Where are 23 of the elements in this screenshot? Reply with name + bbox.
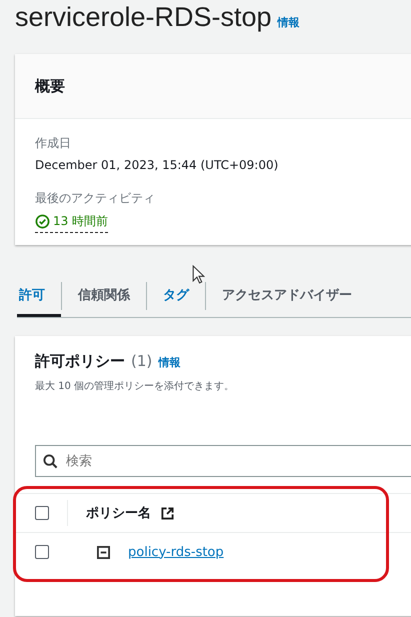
page-title: servicerole-RDS-stop [15,2,272,33]
mouse-pointer-icon [192,265,205,284]
field-value: December 01, 2023, 15:44 (UTC+09:00) [35,158,280,172]
description-text: 最大 10 個の管理ポリシーを添付できます。 [35,380,236,393]
section-title: 概要 [35,77,65,95]
info-link[interactable]: 情報 [158,355,180,370]
column-header[interactable]: ポリシー名 [86,504,151,522]
field-label: 作成日 [35,135,72,152]
tab[interactable]: アクセスアドバイザー [206,275,368,317]
search-field[interactable]: 検索 [35,445,411,477]
tab[interactable]: 信頼関係 [62,275,146,317]
check-circle-icon [35,214,50,229]
status-text: 13 時間前 [53,213,108,230]
external-link-icon[interactable] [161,506,174,520]
policy-count: (1) [131,352,152,370]
field-label: 最後のアクティビティ [35,190,156,207]
tab[interactable]: タグ [147,275,205,317]
checkbox[interactable] [35,545,49,559]
checkbox[interactable] [35,506,49,520]
policy-link[interactable]: policy-rds-stop [128,544,224,560]
collapse-toggle-icon[interactable] [97,546,110,558]
section-title: 許可ポリシー [35,352,125,371]
info-link[interactable]: 情報 [278,15,300,30]
